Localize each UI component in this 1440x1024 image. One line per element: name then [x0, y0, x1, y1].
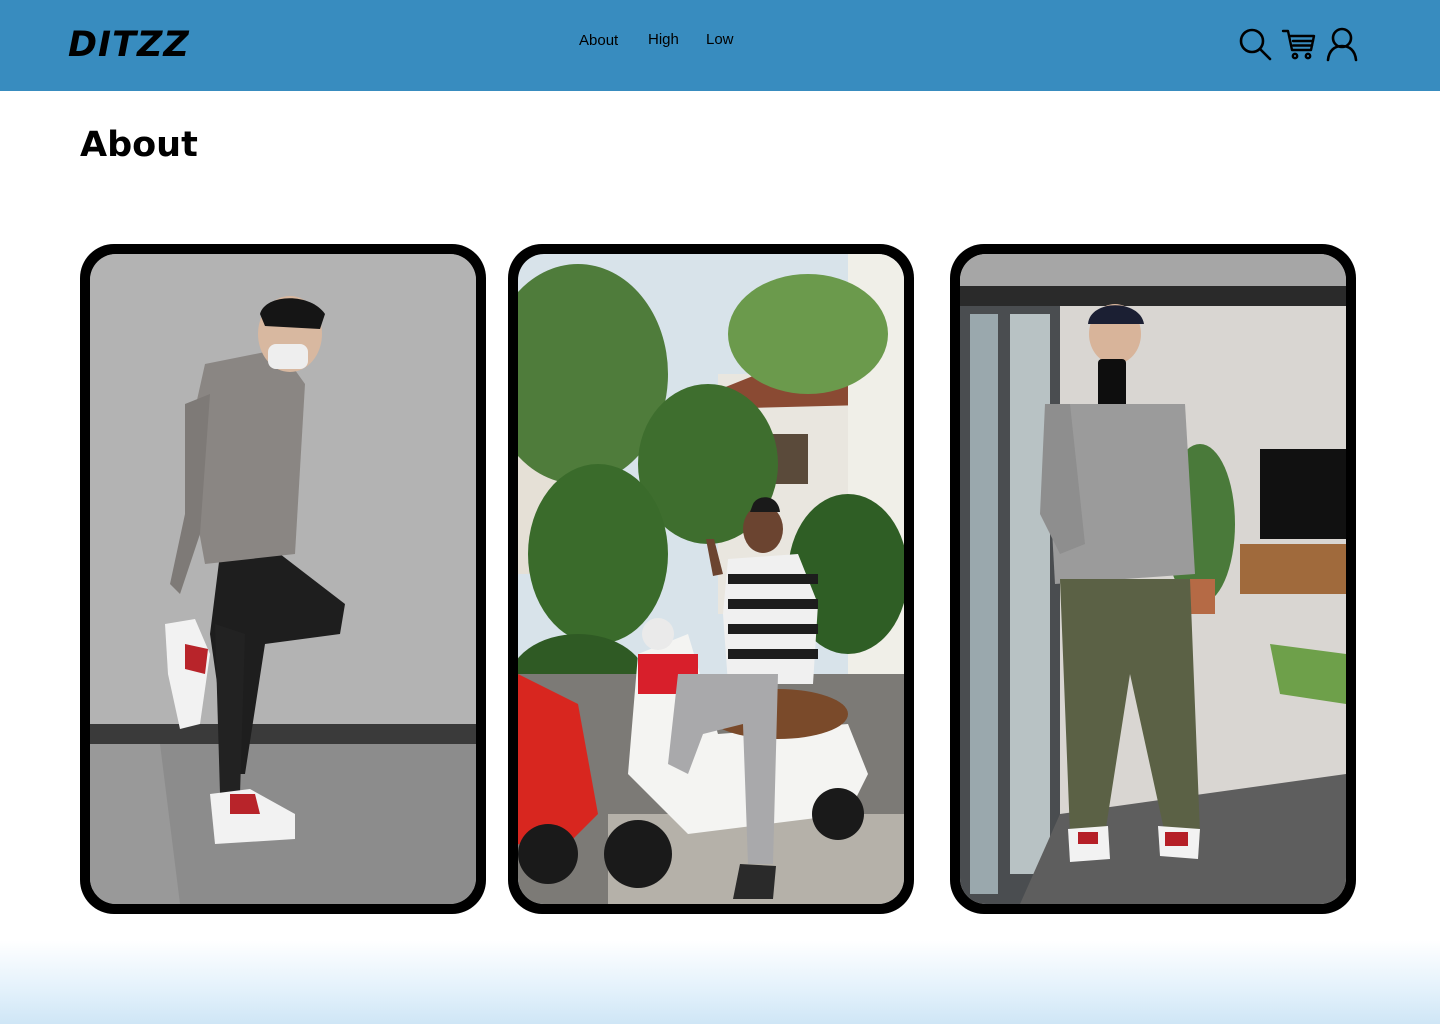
cart-icon[interactable] — [1281, 26, 1317, 62]
nav-about-link[interactable]: About — [579, 32, 618, 49]
photo-hoodie-sneakers — [90, 254, 476, 904]
gallery-card-2 — [508, 244, 914, 914]
footer-gradient — [0, 940, 1440, 1024]
brand-logo[interactable]: DITZZ — [68, 28, 190, 63]
nav-high-link[interactable]: High — [648, 31, 679, 48]
gallery-card-3 — [950, 244, 1356, 914]
photo-scooter-palms — [518, 254, 904, 904]
top-header: DITZZ About High Low — [0, 0, 1440, 91]
photo-mirror-selfie — [960, 254, 1346, 904]
search-icon[interactable] — [1237, 26, 1273, 62]
user-icon[interactable] — [1324, 26, 1360, 62]
page-title: About — [80, 125, 198, 165]
gallery-card-1 — [80, 244, 486, 914]
nav-low-link[interactable]: Low — [706, 31, 734, 48]
